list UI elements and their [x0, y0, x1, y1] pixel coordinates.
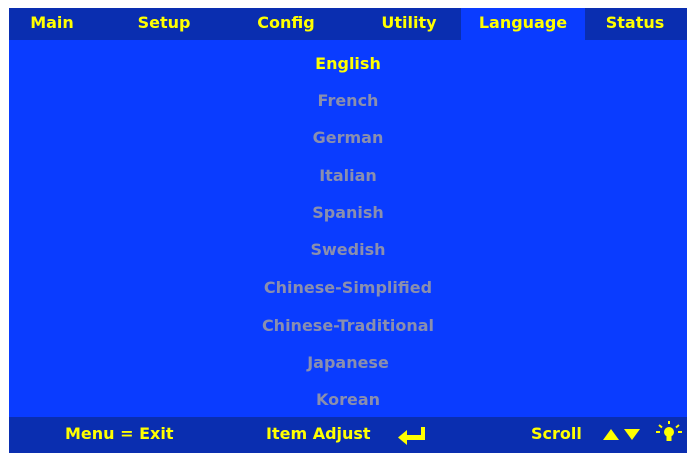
- language-option-swedish[interactable]: Swedish: [9, 238, 687, 262]
- language-option-japanese[interactable]: Japanese: [9, 351, 687, 375]
- language-option-german[interactable]: German: [9, 126, 687, 150]
- tab-setup[interactable]: Setup: [129, 8, 199, 40]
- footer-hint-bar: Menu = Exit Item Adjust Scroll: [9, 417, 687, 453]
- tab-bar: Main Setup Config Utility Language Statu…: [9, 8, 687, 40]
- language-option-chinese-traditional[interactable]: Chinese-Traditional: [9, 314, 687, 338]
- tab-language[interactable]: Language: [461, 8, 585, 40]
- language-option-english[interactable]: English: [9, 52, 687, 76]
- scroll-hint: Scroll: [531, 424, 582, 443]
- language-option-korean[interactable]: Korean: [9, 388, 687, 412]
- tab-main[interactable]: Main: [21, 8, 83, 40]
- language-option-french[interactable]: French: [9, 89, 687, 113]
- language-option-italian[interactable]: Italian: [9, 164, 687, 188]
- enter-arrow-icon: [398, 427, 425, 445]
- menu-exit-hint: Menu = Exit: [65, 424, 174, 443]
- osd-menu-panel: Main Setup Config Utility Language Statu…: [9, 8, 687, 453]
- tab-status[interactable]: Status: [591, 8, 679, 40]
- up-down-arrows-icon: [603, 429, 640, 440]
- language-option-spanish[interactable]: Spanish: [9, 201, 687, 225]
- tab-config[interactable]: Config: [246, 8, 326, 40]
- lamp-icon: [656, 421, 682, 441]
- item-adjust-hint: Item Adjust: [266, 424, 371, 443]
- language-option-chinese-simplified[interactable]: Chinese-Simplified: [9, 276, 687, 300]
- tab-utility[interactable]: Utility: [369, 8, 449, 40]
